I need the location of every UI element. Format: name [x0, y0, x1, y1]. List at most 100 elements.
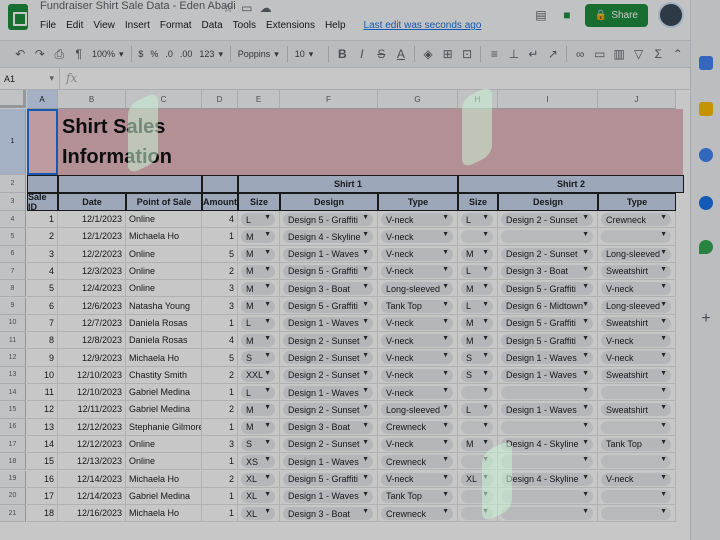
dropdown-chip[interactable]: ▼: [461, 420, 493, 434]
amount-cell[interactable]: 4: [202, 211, 238, 229]
dropdown-chip[interactable]: Design 5 - Graffiti ▼: [283, 213, 373, 226]
dropdown-cell[interactable]: V-neck ▼: [598, 280, 676, 298]
dropdown-chip[interactable]: Design 5 - Graffiti ▼: [283, 299, 373, 313]
dropdown-chip[interactable]: M ▼: [241, 299, 275, 313]
sale-id-cell[interactable]: 9: [27, 349, 58, 367]
group-header-shirt2[interactable]: Shirt 2: [458, 175, 684, 193]
dropdown-chip[interactable]: M ▼: [461, 334, 493, 348]
dropdown-chip[interactable]: V-neck ▼: [381, 230, 453, 244]
amount-cell[interactable]: 2: [202, 401, 238, 419]
dropdown-chip[interactable]: M ▼: [241, 403, 275, 417]
dropdown-cell[interactable]: Design 2 - Sunset ▼: [280, 349, 378, 367]
dropdown-cell[interactable]: ▼: [458, 487, 498, 506]
dropdown-chip[interactable]: Design 2 - Sunset ▼: [283, 403, 373, 417]
dropdown-chip[interactable]: L ▼: [241, 316, 275, 330]
row-header[interactable]: 14: [0, 384, 26, 402]
dropdown-chip[interactable]: ▼: [501, 386, 593, 399]
dropdown-chip[interactable]: ▼: [601, 507, 671, 521]
dropdown-cell[interactable]: S ▼: [238, 435, 280, 454]
sale-id-cell[interactable]: 5: [27, 280, 58, 298]
dropdown-chip[interactable]: ▼: [461, 489, 493, 503]
dropdown-cell[interactable]: V-neck ▼: [378, 262, 458, 281]
dropdown-chip[interactable]: Design 1 - Waves ▼: [283, 247, 373, 261]
dropdown-chip[interactable]: Design 6 - Midtown ▼: [501, 299, 593, 313]
filter-icon[interactable]: ▽: [632, 46, 645, 62]
row-header[interactable]: 17: [0, 435, 26, 454]
dropdown-cell[interactable]: Design 1 - Waves ▼: [280, 453, 378, 471]
sale-id-cell[interactable]: 13: [27, 418, 58, 436]
dropdown-cell[interactable]: M ▼: [458, 280, 498, 298]
dropdown-chip[interactable]: ▼: [501, 230, 593, 244]
dropdown-cell[interactable]: M ▼: [458, 435, 498, 454]
dropdown-cell[interactable]: XL ▼: [238, 487, 280, 506]
point-of-sale-cell[interactable]: Online: [126, 262, 202, 281]
dropdown-cell[interactable]: Design 3 - Boat ▼: [280, 280, 378, 298]
add-icon[interactable]: +: [699, 311, 713, 327]
chart-icon[interactable]: ▥: [613, 46, 626, 62]
comments-icon[interactable]: ▤: [533, 7, 549, 23]
dropdown-cell[interactable]: M ▼: [238, 245, 280, 263]
amount-cell[interactable]: 2: [202, 366, 238, 384]
menu-item-edit[interactable]: Edit: [66, 20, 83, 31]
dropdown-chip[interactable]: Sweatshirt ▼: [601, 403, 671, 417]
dropdown-cell[interactable]: ▼: [598, 384, 676, 402]
dropdown-chip[interactable]: ▼: [461, 230, 493, 244]
date-cell[interactable]: 12/9/2023: [58, 349, 126, 367]
dropdown-cell[interactable]: ▼: [498, 418, 598, 436]
sale-id-cell[interactable]: 8: [27, 332, 58, 350]
dropdown-cell[interactable]: S ▼: [238, 349, 280, 367]
dropdown-cell[interactable]: Tank Top ▼: [598, 435, 676, 454]
dropdown-cell[interactable]: Design 5 - Graffiti ▼: [280, 262, 378, 281]
amount-cell[interactable]: 4: [202, 332, 238, 350]
decrease-decimal-button[interactable]: .0: [165, 49, 173, 59]
dropdown-cell[interactable]: L ▼: [458, 262, 498, 281]
align-horizontal-icon[interactable]: ≡: [488, 46, 501, 62]
dropdown-cell[interactable]: L ▼: [458, 401, 498, 419]
dropdown-cell[interactable]: Design 2 - Sunset ▼: [498, 245, 598, 263]
dropdown-cell[interactable]: Tank Top ▼: [378, 297, 458, 315]
dropdown-cell[interactable]: Design 2 - Sunset ▼: [280, 435, 378, 454]
dropdown-cell[interactable]: ▼: [458, 418, 498, 436]
column-header-c[interactable]: C: [126, 90, 202, 109]
dropdown-chip[interactable]: Tank Top ▼: [381, 489, 453, 503]
dropdown-chip[interactable]: Sweatshirt ▼: [601, 368, 671, 382]
dropdown-cell[interactable]: M ▼: [458, 314, 498, 333]
amount-cell[interactable]: 1: [202, 228, 238, 246]
chevron-up-icon[interactable]: ⌃: [672, 46, 685, 62]
dropdown-chip[interactable]: M ▼: [241, 420, 275, 434]
menu-item-format[interactable]: Format: [160, 20, 192, 31]
dropdown-chip[interactable]: ▼: [601, 489, 671, 503]
menu-item-data[interactable]: Data: [202, 20, 223, 31]
dropdown-chip[interactable]: S ▼: [461, 368, 493, 382]
dropdown-chip[interactable]: V-neck ▼: [381, 368, 453, 382]
amount-cell[interactable]: 5: [202, 349, 238, 367]
dropdown-chip[interactable]: Design 3 - Boat ▼: [283, 282, 373, 296]
dropdown-cell[interactable]: L ▼: [238, 314, 280, 333]
dropdown-cell[interactable]: M ▼: [238, 401, 280, 419]
dropdown-cell[interactable]: Design 2 - Sunset ▼: [498, 211, 598, 229]
dropdown-chip[interactable]: Design 5 - Graffiti ▼: [501, 316, 593, 330]
dropdown-chip[interactable]: Design 1 - Waves ▼: [283, 455, 373, 469]
dropdown-cell[interactable]: Design 3 - Boat ▼: [280, 505, 378, 523]
dropdown-cell[interactable]: Long-sleeved ▼: [598, 245, 676, 263]
dropdown-chip[interactable]: S ▼: [241, 351, 275, 365]
sale-id-cell[interactable]: 15: [27, 453, 58, 471]
dropdown-cell[interactable]: Design 5 - Graffiti ▼: [498, 314, 598, 333]
move-folder-icon[interactable]: ▭: [239, 0, 255, 16]
dropdown-cell[interactable]: S ▼: [458, 366, 498, 384]
dropdown-cell[interactable]: V-neck ▼: [378, 435, 458, 454]
amount-cell[interactable]: 1: [202, 384, 238, 402]
font-select[interactable]: Poppins ▾: [238, 49, 280, 60]
point-of-sale-cell[interactable]: Michaela Ho: [126, 349, 202, 367]
point-of-sale-cell[interactable]: Chastity Smith: [126, 366, 202, 384]
dropdown-cell[interactable]: XL ▼: [238, 470, 280, 488]
date-cell[interactable]: 12/8/2023: [58, 332, 126, 350]
dropdown-chip[interactable]: L ▼: [461, 299, 493, 313]
sheets-logo-icon[interactable]: [8, 4, 28, 30]
dropdown-cell[interactable]: L ▼: [458, 297, 498, 315]
menu-item-view[interactable]: View: [93, 20, 115, 31]
dropdown-cell[interactable]: S ▼: [458, 349, 498, 367]
dropdown-cell[interactable]: Design 4 - Skyline ▼: [280, 228, 378, 246]
date-cell[interactable]: 12/7/2023: [58, 314, 126, 333]
dropdown-chip[interactable]: V-neck ▼: [601, 334, 671, 348]
